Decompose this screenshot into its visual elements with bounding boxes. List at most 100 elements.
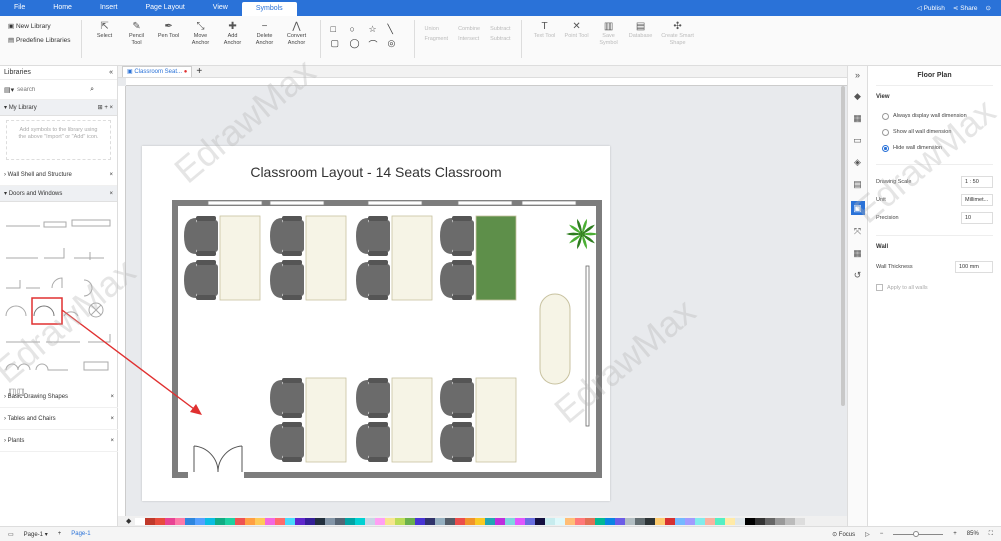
text-tool-button[interactable]: T Text Tool <box>532 20 558 40</box>
option-show-all[interactable]: Show all wall dimension <box>876 124 993 140</box>
close-icon[interactable]: × <box>110 438 114 444</box>
color-swatch[interactable] <box>545 517 556 525</box>
floor-plan[interactable] <box>142 146 610 501</box>
union-button[interactable]: Union <box>425 26 449 32</box>
color-swatch[interactable] <box>355 517 366 525</box>
color-swatch[interactable] <box>165 517 176 525</box>
desk-with-chairs[interactable] <box>356 377 433 463</box>
color-swatch[interactable] <box>235 517 246 525</box>
color-swatch[interactable] <box>645 517 656 525</box>
menu-symbols[interactable]: Symbols <box>241 2 297 16</box>
color-swatch[interactable] <box>715 517 726 525</box>
library-tables-chairs[interactable]: › Tables and Chairs × <box>0 408 118 430</box>
fill-color-icon[interactable]: ◆ <box>126 517 131 525</box>
color-swatch[interactable] <box>525 517 536 525</box>
color-swatch[interactable] <box>395 517 406 525</box>
chair[interactable] <box>440 216 474 256</box>
combine-button[interactable]: Combine <box>458 26 480 32</box>
database-button[interactable]: ▤ Database <box>628 20 654 40</box>
collapse-panel-icon[interactable]: « <box>109 69 113 76</box>
search-input[interactable] <box>17 83 88 96</box>
window[interactable] <box>207 200 263 206</box>
chair[interactable] <box>184 260 218 300</box>
color-swatch[interactable] <box>505 517 516 525</box>
symbol-row-6[interactable] <box>5 361 109 371</box>
wall-right[interactable] <box>596 200 602 478</box>
double-door[interactable] <box>193 445 243 473</box>
vertical-scrollbar[interactable] <box>841 86 845 406</box>
color-swatch[interactable] <box>475 517 486 525</box>
page-layout-icon[interactable]: ▭ <box>8 531 14 538</box>
share-button[interactable]: ⋖ Share <box>953 4 978 12</box>
desk[interactable] <box>475 215 517 301</box>
color-swatch[interactable] <box>625 517 636 525</box>
color-swatch[interactable] <box>155 517 166 525</box>
add-page-button[interactable]: + <box>58 531 62 537</box>
intersect-button[interactable]: Intersect <box>458 36 480 42</box>
predefine-libraries-button[interactable]: ▤ Predefine Libraries <box>8 36 71 44</box>
window[interactable] <box>457 200 513 206</box>
option-always-display[interactable]: Always display wall dimension <box>876 108 993 124</box>
color-swatch[interactable] <box>435 517 446 525</box>
radio-always-display[interactable] <box>882 112 889 120</box>
window[interactable] <box>521 200 577 206</box>
desk[interactable] <box>391 377 433 463</box>
color-swatch[interactable] <box>295 517 306 525</box>
rounded-rect-icon[interactable]: ▢ <box>331 38 347 51</box>
desk[interactable] <box>305 377 347 463</box>
close-icon[interactable]: × <box>110 416 114 422</box>
search-icon[interactable]: ⌕ <box>90 86 94 94</box>
window[interactable] <box>367 200 423 206</box>
my-library-actions[interactable]: ⊞ + × <box>98 104 113 111</box>
close-icon[interactable]: × <box>110 394 114 400</box>
color-swatch[interactable] <box>695 517 706 525</box>
color-swatch[interactable] <box>515 517 526 525</box>
color-swatch[interactable] <box>345 517 356 525</box>
color-swatch[interactable] <box>575 517 586 525</box>
desk-with-chairs[interactable] <box>270 377 347 463</box>
point-tool-button[interactable]: ✕ Point Tool <box>564 20 590 40</box>
chair[interactable] <box>440 378 474 418</box>
color-swatch[interactable] <box>665 517 676 525</box>
library-doors-windows[interactable]: ▾ Doors and Windows × <box>0 186 117 202</box>
color-swatch[interactable] <box>705 517 716 525</box>
menu-insert[interactable]: Insert <box>86 0 132 16</box>
chair[interactable] <box>440 422 474 462</box>
color-swatch[interactable] <box>565 517 576 525</box>
publish-button[interactable]: ◁ Publish <box>917 4 945 12</box>
history-icon[interactable]: ↺ <box>854 270 862 281</box>
radio-show-all[interactable] <box>882 128 889 136</box>
color-swatch[interactable] <box>655 517 666 525</box>
pencil-tool-button[interactable]: ✎ Pencil Tool <box>124 20 150 46</box>
color-swatch[interactable] <box>605 517 616 525</box>
apply-all-checkbox[interactable] <box>876 284 883 291</box>
grid-icon[interactable]: ▦ <box>853 113 862 124</box>
library-wall-shell[interactable]: › Wall Shell and Structure × <box>0 164 117 186</box>
color-swatch[interactable] <box>325 517 336 525</box>
symbol-row-4[interactable] <box>5 302 104 318</box>
zoom-thumb[interactable] <box>913 530 920 537</box>
color-swatch[interactable] <box>495 517 506 525</box>
wall-thickness-field[interactable]: 100 mm <box>955 261 993 273</box>
radio-hide-dimension[interactable] <box>882 144 889 152</box>
chair[interactable] <box>356 260 390 300</box>
desk-with-chairs[interactable] <box>270 215 347 301</box>
color-swatch[interactable] <box>795 517 806 525</box>
color-swatch[interactable] <box>485 517 496 525</box>
color-swatch[interactable] <box>265 517 276 525</box>
menu-page-layout[interactable]: Page Layout <box>131 0 198 16</box>
desk[interactable] <box>219 215 261 301</box>
chair[interactable] <box>184 216 218 256</box>
spiral-icon[interactable]: ◎ <box>388 38 404 51</box>
color-swatch[interactable] <box>365 517 376 525</box>
unit-select[interactable]: Millimet... <box>961 194 993 206</box>
save-symbol-button[interactable]: ▥ Save Symbol <box>596 20 622 46</box>
ellipse-icon[interactable]: ◯ <box>350 38 366 51</box>
precision-field[interactable]: 10 <box>961 212 993 224</box>
color-swatch[interactable] <box>305 517 316 525</box>
selected-symbol-highlight[interactable] <box>31 297 63 325</box>
menu-home[interactable]: Home <box>39 0 86 16</box>
color-swatch[interactable] <box>275 517 286 525</box>
color-swatch[interactable] <box>675 517 686 525</box>
color-swatch[interactable] <box>465 517 476 525</box>
